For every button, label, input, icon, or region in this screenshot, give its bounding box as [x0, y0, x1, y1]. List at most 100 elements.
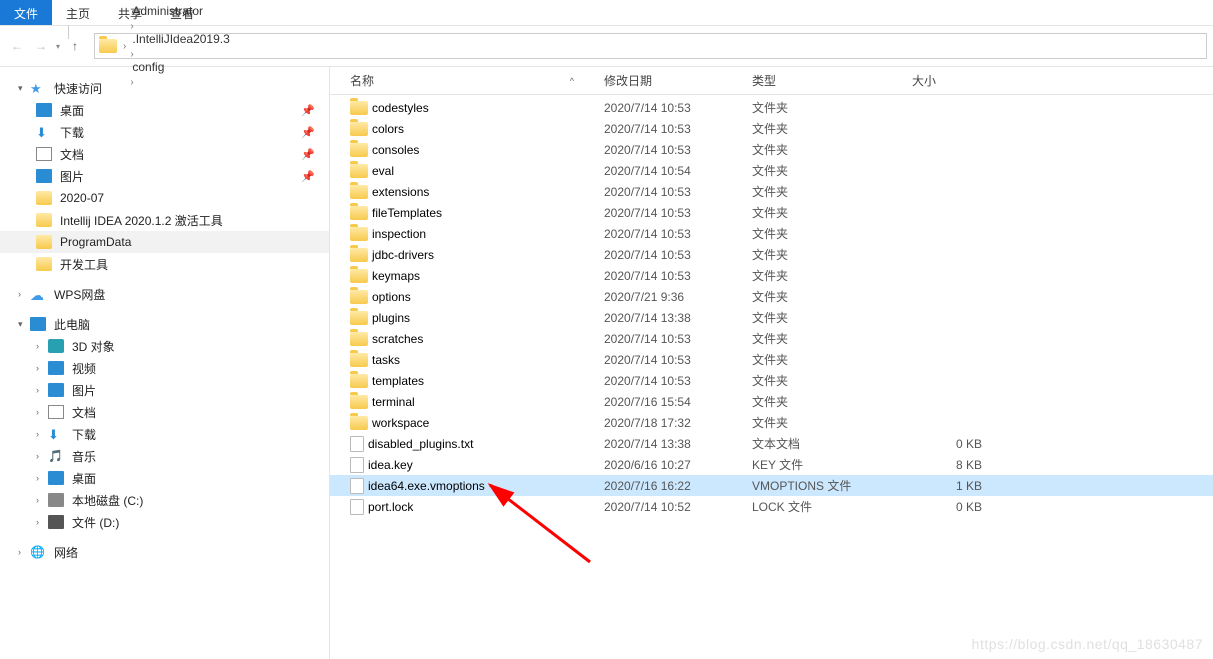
sidebar-item-label: 本地磁盘 (C:) [72, 492, 143, 509]
sidebar-folder-202007[interactable]: 2020-07 [0, 187, 329, 209]
sidebar-wps[interactable]: ›WPS网盘 [0, 283, 329, 305]
file-name: scratches [372, 332, 423, 346]
breadcrumb-segment[interactable]: Administrator [128, 4, 233, 18]
table-row[interactable]: inspection2020/7/14 10:53文件夹 [330, 223, 1213, 244]
table-row[interactable]: eval2020/7/14 10:54文件夹 [330, 160, 1213, 181]
table-row[interactable]: fileTemplates2020/7/14 10:53文件夹 [330, 202, 1213, 223]
cloud-icon [30, 287, 46, 301]
ribbon-tab-1[interactable]: 主页 [52, 0, 104, 25]
watermark: https://blog.csdn.net/qq_18630487 [972, 636, 1203, 652]
table-row[interactable]: templates2020/7/14 10:53文件夹 [330, 370, 1213, 391]
sidebar-folder-idea[interactable]: Intellij IDEA 2020.1.2 激活工具 [0, 209, 329, 231]
sidebar-videos[interactable]: ›视频 [0, 357, 329, 379]
table-row[interactable]: terminal2020/7/16 15:54文件夹 [330, 391, 1213, 412]
table-row[interactable]: tasks2020/7/14 10:53文件夹 [330, 349, 1213, 370]
file-date: 2020/7/14 10:53 [604, 101, 752, 115]
folder-icon [350, 269, 368, 283]
table-row[interactable]: keymaps2020/7/14 10:53文件夹 [330, 265, 1213, 286]
folder-icon [36, 213, 52, 227]
col-type[interactable]: 类型 [752, 72, 912, 89]
file-type: 文件夹 [752, 393, 912, 410]
col-name[interactable]: 名称^ [350, 72, 604, 89]
sidebar-localdisk-c[interactable]: ›本地磁盘 (C:) [0, 489, 329, 511]
sidebar-quick-access[interactable]: ▾快速访问 [0, 77, 329, 99]
col-date[interactable]: 修改日期 [604, 72, 752, 89]
folder-icon [99, 39, 117, 53]
file-date: 2020/7/14 13:38 [604, 437, 752, 451]
sidebar-item-label: 图片 [72, 382, 96, 399]
col-size[interactable]: 大小 [912, 72, 1002, 89]
back-button[interactable]: ← [6, 35, 28, 57]
forward-button[interactable]: → [30, 35, 52, 57]
sidebar-folder-programdata[interactable]: ProgramData [0, 231, 329, 253]
file-type: 文件夹 [752, 120, 912, 137]
table-row[interactable]: workspace2020/7/18 17:32文件夹 [330, 412, 1213, 433]
file-date: 2020/7/14 10:53 [604, 248, 752, 262]
sidebar-item-label: 视频 [72, 360, 96, 377]
sidebar-documents2[interactable]: ›文档 [0, 401, 329, 423]
table-row[interactable]: port.lock2020/7/14 10:52LOCK 文件0 KB [330, 496, 1213, 517]
sidebar-desktop2[interactable]: ›桌面 [0, 467, 329, 489]
file-type: 文件夹 [752, 246, 912, 263]
file-type: 文件夹 [752, 204, 912, 221]
sidebar-this-pc[interactable]: ▾此电脑 [0, 313, 329, 335]
sidebar-pictures[interactable]: 图片📌 [0, 165, 329, 187]
file-name: disabled_plugins.txt [368, 437, 473, 451]
file-date: 2020/7/14 10:52 [604, 500, 752, 514]
file-type: 文件夹 [752, 99, 912, 116]
breadcrumb[interactable]: › Administrator›.IntelliJIdea2019.3›conf… [94, 33, 1207, 59]
table-row[interactable]: scratches2020/7/14 10:53文件夹 [330, 328, 1213, 349]
folder-icon [350, 185, 368, 199]
table-row[interactable]: options2020/7/21 9:36文件夹 [330, 286, 1213, 307]
document-icon [48, 405, 64, 419]
nav-bar: ← → ▾ ↑ › Administrator›.IntelliJIdea201… [0, 26, 1213, 66]
folder-icon [350, 122, 368, 136]
file-name: keymaps [372, 269, 420, 283]
chevron-right-icon[interactable]: › [128, 49, 135, 60]
sidebar-item-label: 桌面 [72, 470, 96, 487]
recent-dropdown[interactable]: ▾ [56, 42, 60, 51]
file-name: extensions [372, 185, 429, 199]
file-date: 2020/7/14 10:53 [604, 269, 752, 283]
table-row[interactable]: idea64.exe.vmoptions2020/7/16 16:22VMOPT… [330, 475, 1213, 496]
sidebar-item-label: 3D 对象 [72, 338, 115, 355]
folder-icon [350, 395, 368, 409]
table-row[interactable]: disabled_plugins.txt2020/7/14 13:38文本文档0… [330, 433, 1213, 454]
table-row[interactable]: extensions2020/7/14 10:53文件夹 [330, 181, 1213, 202]
file-size: 0 KB [912, 500, 1002, 514]
sidebar-3d[interactable]: ›3D 对象 [0, 335, 329, 357]
sidebar-documents[interactable]: 文档📌 [0, 143, 329, 165]
sidebar-network[interactable]: ›网络 [0, 541, 329, 563]
sidebar-file-d[interactable]: ›文件 (D:) [0, 511, 329, 533]
sidebar-pictures2[interactable]: ›图片 [0, 379, 329, 401]
desktop-icon [48, 471, 64, 485]
chevron-right-icon[interactable]: › [128, 21, 135, 32]
table-row[interactable]: codestyles2020/7/14 10:53文件夹 [330, 97, 1213, 118]
table-row[interactable]: idea.key2020/6/16 10:27KEY 文件8 KB [330, 454, 1213, 475]
ribbon-tab-0[interactable]: 文件 [0, 0, 52, 25]
sidebar-music[interactable]: ›音乐 [0, 445, 329, 467]
file-type: 文件夹 [752, 351, 912, 368]
sidebar: ▾快速访问 桌面📌 下载📌 文档📌 图片📌 2020-07 Intellij I… [0, 67, 330, 659]
table-row[interactable]: plugins2020/7/14 13:38文件夹 [330, 307, 1213, 328]
document-icon [36, 147, 52, 161]
file-date: 2020/7/21 9:36 [604, 290, 752, 304]
folder-icon [350, 101, 368, 115]
sidebar-desktop[interactable]: 桌面📌 [0, 99, 329, 121]
objects3d-icon [48, 339, 64, 353]
table-row[interactable]: jdbc-drivers2020/7/14 10:53文件夹 [330, 244, 1213, 265]
pin-icon: 📌 [301, 126, 315, 139]
file-type: 文件夹 [752, 183, 912, 200]
sidebar-folder-devtools[interactable]: 开发工具 [0, 253, 329, 275]
table-row[interactable]: consoles2020/7/14 10:53文件夹 [330, 139, 1213, 160]
sort-indicator-icon: ^ [570, 76, 574, 86]
chevron-right-icon[interactable]: › [121, 41, 128, 52]
sidebar-downloads2[interactable]: ›下载 [0, 423, 329, 445]
file-icon [350, 436, 364, 452]
music-icon [48, 449, 64, 463]
pin-icon: 📌 [301, 170, 315, 183]
file-name: tasks [372, 353, 400, 367]
table-row[interactable]: colors2020/7/14 10:53文件夹 [330, 118, 1213, 139]
breadcrumb-segment[interactable]: .IntelliJIdea2019.3 [128, 32, 233, 46]
sidebar-downloads[interactable]: 下载📌 [0, 121, 329, 143]
